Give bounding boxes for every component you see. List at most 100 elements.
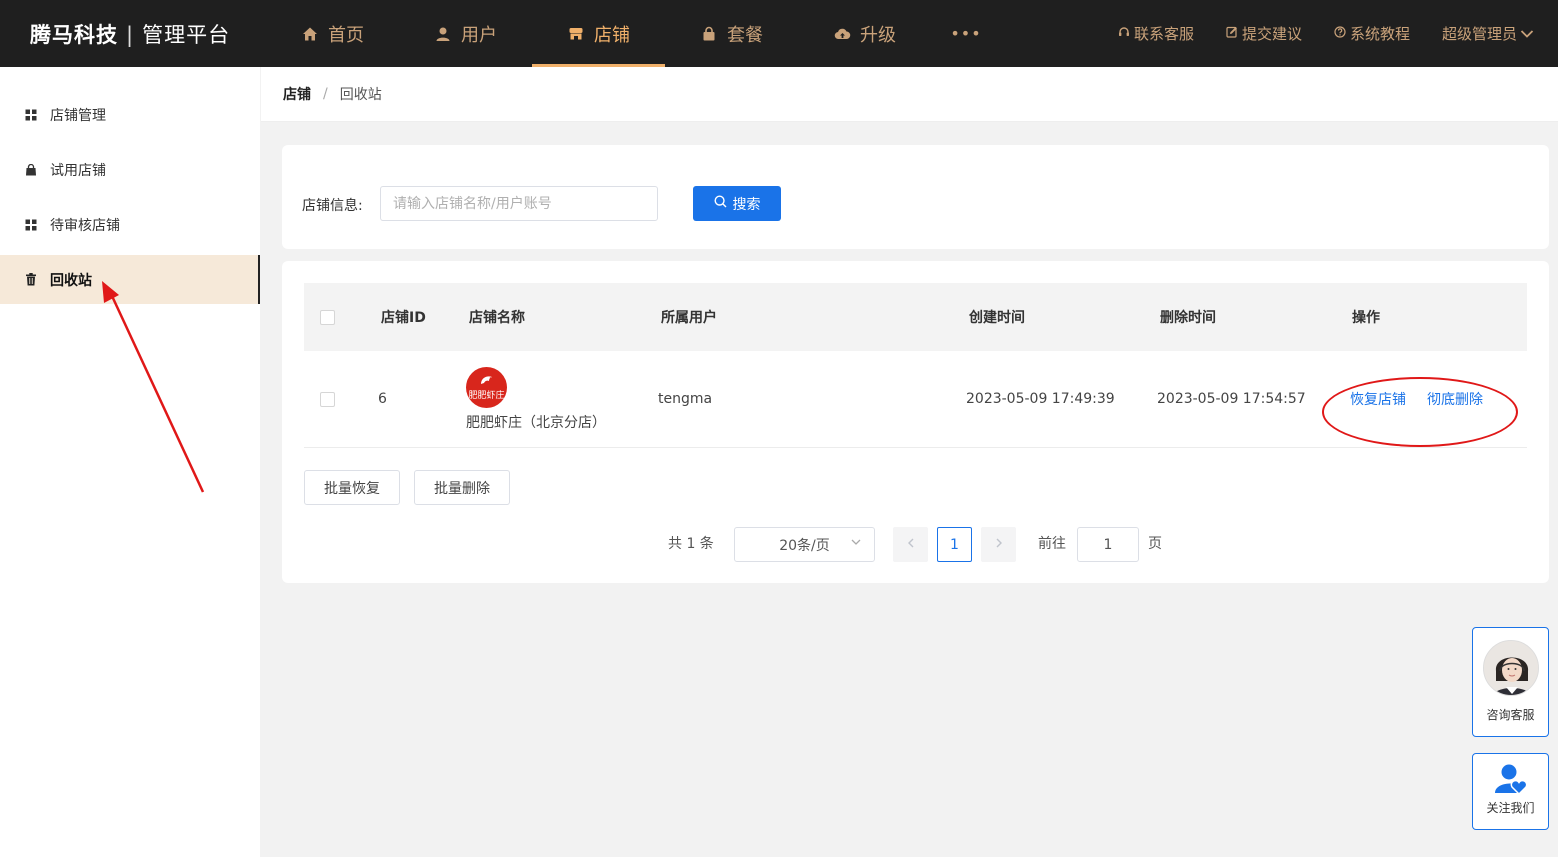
- column-header[interactable]: 店铺ID: [381, 283, 426, 351]
- restore-shop-label: 恢复店铺: [1350, 392, 1406, 408]
- grid-icon: [24, 109, 38, 121]
- table-row: 6 肥肥虾庄 肥肥虾庄（北京分店） tengma 2023-05-09 17:4…: [304, 351, 1527, 448]
- column-header[interactable]: 创建时间: [969, 283, 1025, 351]
- pagination-total: 共 1 条: [668, 536, 714, 552]
- breadcrumb-shop[interactable]: 店铺: [283, 84, 311, 104]
- breadcrumb-current: 回收站: [339, 87, 382, 103]
- goto-label: 前往: [1038, 536, 1066, 552]
- next-page-button[interactable]: [981, 527, 1016, 562]
- submit-feedback-label: 提交建议: [1241, 25, 1302, 43]
- search-icon: [713, 195, 727, 212]
- consult-support-label: 咨询客服: [1486, 708, 1535, 722]
- sidebar-item-pending-shops[interactable]: 待审核店铺: [0, 200, 260, 249]
- shop-logo: 肥肥虾庄: [466, 366, 507, 408]
- brand-logo[interactable]: 腾马科技 | 管理平台: [0, 19, 260, 49]
- main-nav: 首页 用户 店铺 套餐 升级 •••: [266, 0, 1001, 67]
- nav-more-icon[interactable]: •••: [931, 0, 1001, 67]
- search-button[interactable]: 搜索: [693, 186, 781, 221]
- shop-logo-text: 肥肥虾庄: [468, 390, 505, 401]
- cloud-upload-icon: [833, 25, 851, 43]
- permanent-delete-link[interactable]: 彻底删除: [1427, 351, 1483, 447]
- headset-icon: [1118, 26, 1130, 41]
- nav-users-label: 用户: [461, 24, 497, 46]
- search-label: 店铺信息:: [302, 198, 363, 214]
- table-card: 店铺ID 店铺名称 所属用户 创建时间 删除时间 操作 6 肥肥虾庄 肥肥虾庄（…: [282, 261, 1549, 583]
- page-unit-label: 页: [1148, 536, 1162, 552]
- search-card: 店铺信息: 搜索: [282, 145, 1549, 249]
- sidebar-item-shop-management[interactable]: 店铺管理: [0, 90, 260, 139]
- chevron-left-icon: [906, 537, 916, 553]
- nav-packages[interactable]: 套餐: [665, 0, 798, 67]
- page-size-select[interactable]: 20条/页: [734, 527, 875, 562]
- page-size-value: 20条/页: [779, 537, 830, 554]
- batch-restore-button[interactable]: 批量恢复: [304, 470, 400, 505]
- nav-shops-label: 店铺: [594, 24, 630, 46]
- column-header[interactable]: 店铺名称: [469, 283, 525, 351]
- bag-icon: [24, 163, 38, 176]
- shop-id: 6: [378, 391, 387, 407]
- breadcrumb-separator: /: [323, 86, 328, 102]
- support-avatar: [1482, 640, 1539, 696]
- contact-support-label: 联系客服: [1133, 25, 1194, 43]
- column-header[interactable]: 操作: [1352, 283, 1380, 351]
- batch-delete-button[interactable]: 批量删除: [414, 470, 510, 505]
- restore-shop-link[interactable]: 恢复店铺: [1350, 351, 1406, 447]
- nav-home-label: 首页: [328, 24, 364, 46]
- tutorial-link[interactable]: 系统教程: [1334, 23, 1410, 44]
- brand-separator: |: [126, 22, 135, 47]
- search-button-label: 搜索: [732, 196, 761, 213]
- sidebar-item-label: 试用店铺: [50, 162, 106, 179]
- chevron-right-icon: [994, 537, 1004, 553]
- consult-support-widget[interactable]: 咨询客服: [1472, 627, 1549, 737]
- header-links: 联系客服 提交建议 系统教程 超级管理员: [1118, 0, 1534, 67]
- nav-upgrade[interactable]: 升级: [798, 0, 931, 67]
- sidebar-item-label: 店铺管理: [50, 107, 106, 124]
- sidebar-item-recycle-bin[interactable]: 回收站: [0, 255, 260, 304]
- shop-owner: tengma: [658, 391, 713, 407]
- search-input[interactable]: [380, 186, 658, 221]
- user-icon: [434, 25, 452, 43]
- sidebar: 店铺管理 试用店铺 待审核店铺 回收站: [0, 67, 260, 857]
- nav-users[interactable]: 用户: [399, 0, 532, 67]
- lock-bag-icon: [700, 25, 718, 43]
- nav-home[interactable]: 首页: [266, 0, 399, 67]
- column-header[interactable]: 所属用户: [661, 283, 717, 351]
- breadcrumb: 店铺 / 回收站: [261, 67, 1558, 122]
- table-header: 店铺ID 店铺名称 所属用户 创建时间 删除时间 操作: [304, 283, 1527, 351]
- user-name: 超级管理员: [1441, 25, 1517, 43]
- follow-us-widget[interactable]: 关注我们: [1472, 753, 1549, 830]
- shrimp-logo-icon: [478, 374, 496, 391]
- nav-packages-label: 套餐: [727, 24, 763, 46]
- shop-name: 肥肥虾庄（北京分店）: [466, 414, 606, 431]
- chevron-down-icon: [1520, 29, 1534, 39]
- permanent-delete-label: 彻底删除: [1427, 392, 1483, 408]
- follow-us-label: 关注我们: [1486, 801, 1535, 815]
- brand-subtitle: 管理平台: [142, 22, 231, 47]
- nav-upgrade-label: 升级: [860, 24, 896, 46]
- goto-page-input[interactable]: [1077, 527, 1139, 562]
- created-time: 2023-05-09 17:49:39: [966, 391, 1115, 407]
- tutorial-label: 系统教程: [1349, 25, 1410, 43]
- top-bar: 腾马科技 | 管理平台 首页 用户 店铺 套餐 升级 ••• 联系客服 提交建议…: [0, 0, 1558, 67]
- page-number-current[interactable]: 1: [937, 527, 972, 562]
- shop-icon: [567, 25, 585, 43]
- shop-name-cell: 肥肥虾庄 肥肥虾庄（北京分店）: [466, 351, 606, 447]
- user-menu[interactable]: 超级管理员: [1442, 23, 1534, 44]
- user-heart-icon: [1494, 763, 1528, 795]
- sidebar-item-label: 待审核店铺: [50, 217, 120, 234]
- contact-support-link[interactable]: 联系客服: [1118, 23, 1194, 44]
- row-select-cell: [320, 351, 335, 447]
- chevron-down-icon: [850, 536, 862, 551]
- row-checkbox[interactable]: [320, 391, 335, 407]
- prev-page-button[interactable]: [893, 527, 928, 562]
- column-header[interactable]: 删除时间: [1160, 283, 1216, 351]
- home-icon: [301, 25, 319, 43]
- sidebar-item-trial-shops[interactable]: 试用店铺: [0, 145, 260, 194]
- nav-shops[interactable]: 店铺: [532, 0, 665, 67]
- trash-icon: [24, 273, 38, 286]
- select-all-checkbox[interactable]: [320, 309, 335, 325]
- submit-feedback-link[interactable]: 提交建议: [1226, 23, 1302, 44]
- deleted-time: 2023-05-09 17:54:57: [1157, 391, 1306, 407]
- edit-icon: [1226, 26, 1238, 41]
- grid-icon: [24, 219, 38, 231]
